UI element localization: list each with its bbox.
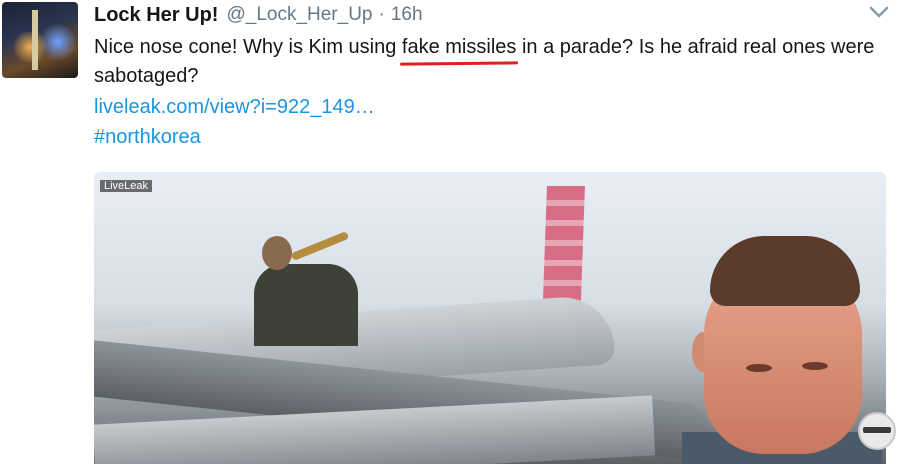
liveleak-watermark: LiveLeak bbox=[100, 180, 153, 192]
highlighted-phrase: fake missiles bbox=[399, 33, 519, 66]
trumpeter-figure bbox=[254, 231, 364, 346]
avatar-tower bbox=[32, 10, 38, 70]
tweet-header: Lock Her Up! @_Lock_Her_Up · 16h bbox=[94, 0, 423, 30]
avatar-city-glow bbox=[40, 22, 76, 62]
hashtag-link[interactable]: #northkorea bbox=[94, 124, 201, 151]
tweet-text-start: Nice nose cone! Why is Kim using bbox=[94, 36, 402, 58]
chevron-down-icon[interactable] bbox=[866, 2, 892, 22]
presenter-eye bbox=[802, 362, 828, 370]
trumpeter-body bbox=[254, 264, 358, 346]
badge-mark bbox=[863, 427, 891, 433]
tweet-timestamp[interactable]: 16h bbox=[391, 4, 423, 26]
trumpeter-head bbox=[262, 236, 292, 270]
separator-dot: · bbox=[378, 4, 385, 25]
highlighted-phrase-text: fake missiles bbox=[401, 36, 517, 58]
presenter-eye bbox=[746, 364, 772, 372]
avatar[interactable] bbox=[2, 2, 78, 78]
display-name[interactable]: Lock Her Up! bbox=[94, 4, 218, 27]
video-thumbnail[interactable]: LiveLeak bbox=[94, 172, 886, 464]
channel-badge-icon bbox=[858, 412, 896, 450]
tweet-text: Nice nose cone! Why is Kim using fake mi… bbox=[94, 33, 884, 91]
presenter-hair bbox=[710, 236, 860, 306]
red-underline-annotation bbox=[399, 61, 519, 66]
presenter-figure bbox=[682, 236, 882, 464]
tweet-link[interactable]: liveleak.com/view?i=922_149… bbox=[94, 94, 375, 121]
user-handle[interactable]: @_Lock_Her_Up bbox=[226, 4, 372, 26]
trumpet-shape bbox=[290, 231, 350, 261]
